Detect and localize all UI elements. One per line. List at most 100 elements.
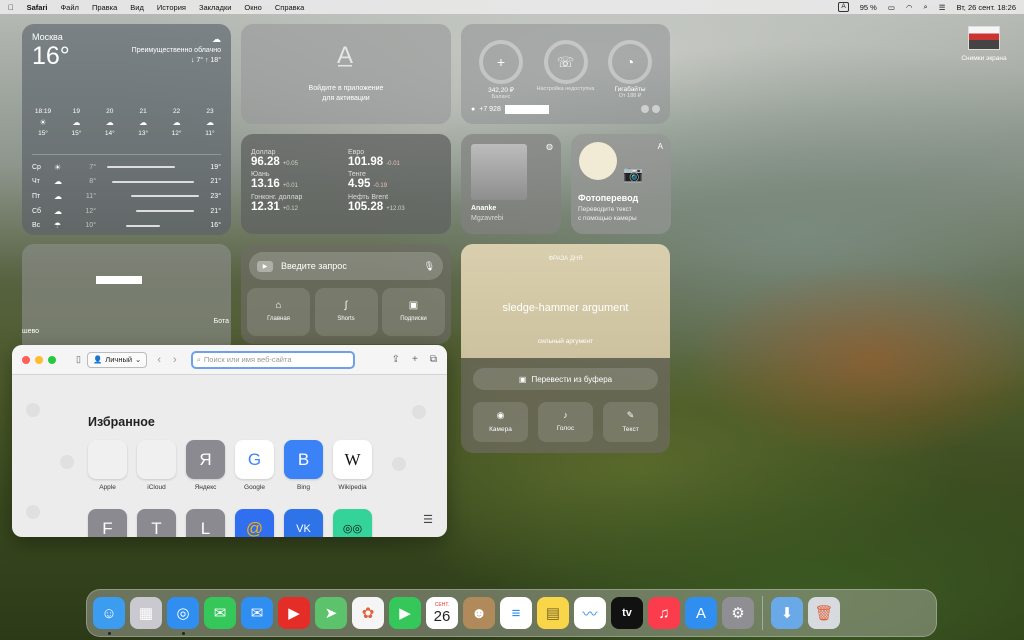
favorite-item[interactable]: VK bbox=[284, 509, 323, 537]
menu-edit[interactable]: Правка bbox=[92, 3, 117, 12]
favorite-item[interactable]: Я Яндекс bbox=[186, 440, 225, 491]
new-tab-icon[interactable]: + bbox=[412, 354, 418, 365]
translate-buffer-button[interactable]: ▣ Перевести из буфера bbox=[473, 368, 658, 390]
weather-icon: ☁ bbox=[72, 118, 81, 127]
menu-window[interactable]: Окно bbox=[244, 3, 261, 12]
day-low: 8° bbox=[89, 178, 96, 186]
dock-calendar-icon[interactable]: СЕНТ. 26 bbox=[426, 597, 458, 629]
control-center-icon[interactable]: ☰ bbox=[939, 3, 946, 12]
menu-history[interactable]: История bbox=[157, 3, 186, 12]
favorite-item[interactable]: F bbox=[88, 509, 127, 537]
mobile-item[interactable]: ◔ Гигабайты От 188 ₽ bbox=[598, 40, 662, 100]
search-icon[interactable]: ⌕ bbox=[924, 2, 928, 12]
music-widget[interactable]: ◍ Ananke Mgzavrebi bbox=[461, 134, 561, 234]
hour-item: 19 ☁ 15° bbox=[61, 106, 91, 139]
dock-freeform-icon[interactable]: 〰 bbox=[574, 597, 606, 629]
safari-window[interactable]: ▯ 👤 Личный ⌄ ‹ › ⌕ Поиск или имя веб-сай… bbox=[12, 345, 447, 537]
sidebar-toggle-icon[interactable]: ▯ bbox=[76, 354, 81, 365]
menu-app-name[interactable]: Safari bbox=[27, 3, 48, 12]
dock-music-icon[interactable]: ♫ bbox=[648, 597, 680, 629]
dock-photos-icon[interactable]: ✿ bbox=[352, 597, 384, 629]
youtube-button[interactable]: ▣ Подписки bbox=[382, 288, 445, 336]
favorite-item[interactable]: L bbox=[186, 509, 225, 537]
mobile-actions bbox=[641, 105, 660, 113]
customize-icon[interactable]: ☰ bbox=[423, 513, 433, 526]
tab-overview-icon[interactable]: ⧉ bbox=[430, 354, 437, 365]
menu-view[interactable]: Вид bbox=[130, 3, 144, 12]
back-icon[interactable]: ‹ bbox=[157, 354, 161, 366]
more-icon[interactable] bbox=[652, 105, 660, 113]
zoom-button[interactable] bbox=[48, 355, 56, 364]
menu-bookmarks[interactable]: Закладки bbox=[199, 3, 231, 12]
share-icon[interactable]: ⇪ bbox=[392, 354, 400, 365]
dock-safari-icon[interactable]: ◎ bbox=[167, 597, 199, 635]
mobile-operator-widget[interactable]: +342,20 ₽ Баланс ☏ Настройка недоступна ◔ Гиг… bbox=[461, 24, 670, 124]
dock-trash-icon[interactable]: 🗑 bbox=[808, 597, 840, 629]
dock-maps-icon[interactable]: ➤ bbox=[315, 597, 347, 629]
dock-facetime-icon[interactable]: ▶ bbox=[389, 597, 421, 629]
exchange-rates-widget[interactable]: Доллар 96.28 +0.05 Евро 101.98 -0.01 Юань 13.16… bbox=[241, 134, 451, 234]
favorite-item[interactable]: T bbox=[137, 509, 176, 537]
weather-widget[interactable]: Москва 16° ☁ Преимущественно облачно ↓ 7… bbox=[22, 24, 231, 235]
dock-reminders-icon[interactable]: ≡ bbox=[500, 597, 532, 629]
menu-help[interactable]: Справка bbox=[275, 3, 304, 12]
hour-item: 23 ☁ 11° bbox=[195, 106, 225, 139]
refresh-icon[interactable] bbox=[641, 105, 649, 113]
phrase-button[interactable]: ✎ Текст bbox=[603, 402, 658, 442]
favorite-item[interactable]: G Google bbox=[235, 440, 274, 491]
appstore-text: Войдите в приложение для активации bbox=[241, 84, 451, 104]
favorite-item[interactable]: Apple bbox=[88, 440, 127, 491]
dock-mail-icon[interactable]: ✉ bbox=[241, 597, 273, 629]
dock-tv-icon[interactable]: tv bbox=[611, 597, 643, 629]
wifi-icon[interactable]: ◠ bbox=[906, 3, 913, 12]
youtube-widget[interactable]: ▶ Введите запрос 🎙 ⌂ Главная ∫ Shorts ▣ Подпи… bbox=[241, 244, 451, 344]
weather-icon: ☁ bbox=[105, 118, 114, 127]
input-source-icon[interactable]: A bbox=[838, 2, 849, 12]
dock-youtube-icon[interactable]: ▶ bbox=[278, 597, 310, 629]
youtube-button[interactable]: ⌂ Главная bbox=[247, 288, 310, 336]
temp-range-fill bbox=[131, 195, 199, 198]
phrase-button[interactable]: ♪ Голос bbox=[538, 402, 593, 442]
profile-selector[interactable]: 👤 Личный ⌄ bbox=[86, 351, 148, 368]
dock-glyph: ✿ bbox=[361, 605, 375, 622]
mobile-item[interactable]: +342,20 ₽ Баланс bbox=[469, 40, 533, 100]
microphone-icon[interactable]: 🎙 bbox=[424, 261, 435, 272]
mobile-item-value: Гигабайты bbox=[614, 86, 646, 93]
address-bar[interactable]: ⌕ Поиск или имя веб-сайта bbox=[190, 350, 355, 369]
dock-notes-icon[interactable]: ▤ bbox=[537, 597, 569, 629]
dock-settings-icon[interactable]: ⚙ bbox=[722, 597, 754, 629]
phrase-button[interactable]: ◉ Камера bbox=[473, 402, 528, 442]
favorite-item[interactable]: ◎◎ bbox=[333, 509, 372, 537]
minimize-button[interactable] bbox=[35, 355, 43, 364]
close-button[interactable] bbox=[22, 355, 30, 364]
mobile-item[interactable]: ☏ Настройка недоступна bbox=[534, 40, 598, 100]
rate-value: 105.28 bbox=[348, 201, 384, 213]
favorite-label: Apple bbox=[99, 484, 116, 491]
dock-launchpad-icon[interactable]: ▦ bbox=[130, 597, 162, 629]
forward-icon[interactable]: › bbox=[173, 354, 177, 366]
background-pattern bbox=[412, 405, 426, 419]
menu-file[interactable]: Файл bbox=[60, 3, 78, 12]
dock-downloads-icon[interactable]: ⬇ bbox=[771, 597, 803, 629]
favorite-item[interactable]: iCloud bbox=[137, 440, 176, 491]
battery-percent[interactable]: 95 % bbox=[860, 3, 877, 12]
apple-menu-icon[interactable]:  bbox=[8, 3, 14, 12]
map-label: шево bbox=[22, 328, 40, 335]
phrase-widget[interactable]: ФРАЗА ДНЯ sledge-hammer argument сильный… bbox=[461, 244, 670, 453]
dock-appstore-icon[interactable]: A bbox=[685, 597, 717, 629]
dock-contacts-icon[interactable]: ☻ bbox=[463, 597, 495, 629]
map-widget[interactable]: шево Бота bbox=[22, 244, 231, 354]
dock-messages-icon[interactable]: ✉ bbox=[204, 597, 236, 629]
youtube-search[interactable]: ▶ Введите запрос 🎙 bbox=[249, 252, 443, 280]
desktop-folder-screenshots[interactable]: Снимки экрана bbox=[952, 26, 1016, 62]
temp-range-bar bbox=[102, 166, 199, 169]
appstore-widget[interactable]: A̲ Войдите в приложение для активации bbox=[241, 24, 451, 124]
battery-icon[interactable]: ▭ bbox=[888, 3, 895, 12]
favorite-item[interactable]: @ bbox=[235, 509, 274, 537]
favorite-item[interactable]: B Bing bbox=[284, 440, 323, 491]
favorite-item[interactable]: W Wikipedia bbox=[333, 440, 372, 491]
datetime[interactable]: Вт, 26 сент. 18:26 bbox=[956, 3, 1016, 12]
photo-translate-widget[interactable]: 📷 A Фотоперевод Переводите текст с помощ… bbox=[571, 134, 671, 234]
dock-finder-icon[interactable]: ☺ bbox=[93, 597, 125, 635]
youtube-button[interactable]: ∫ Shorts bbox=[314, 288, 378, 336]
